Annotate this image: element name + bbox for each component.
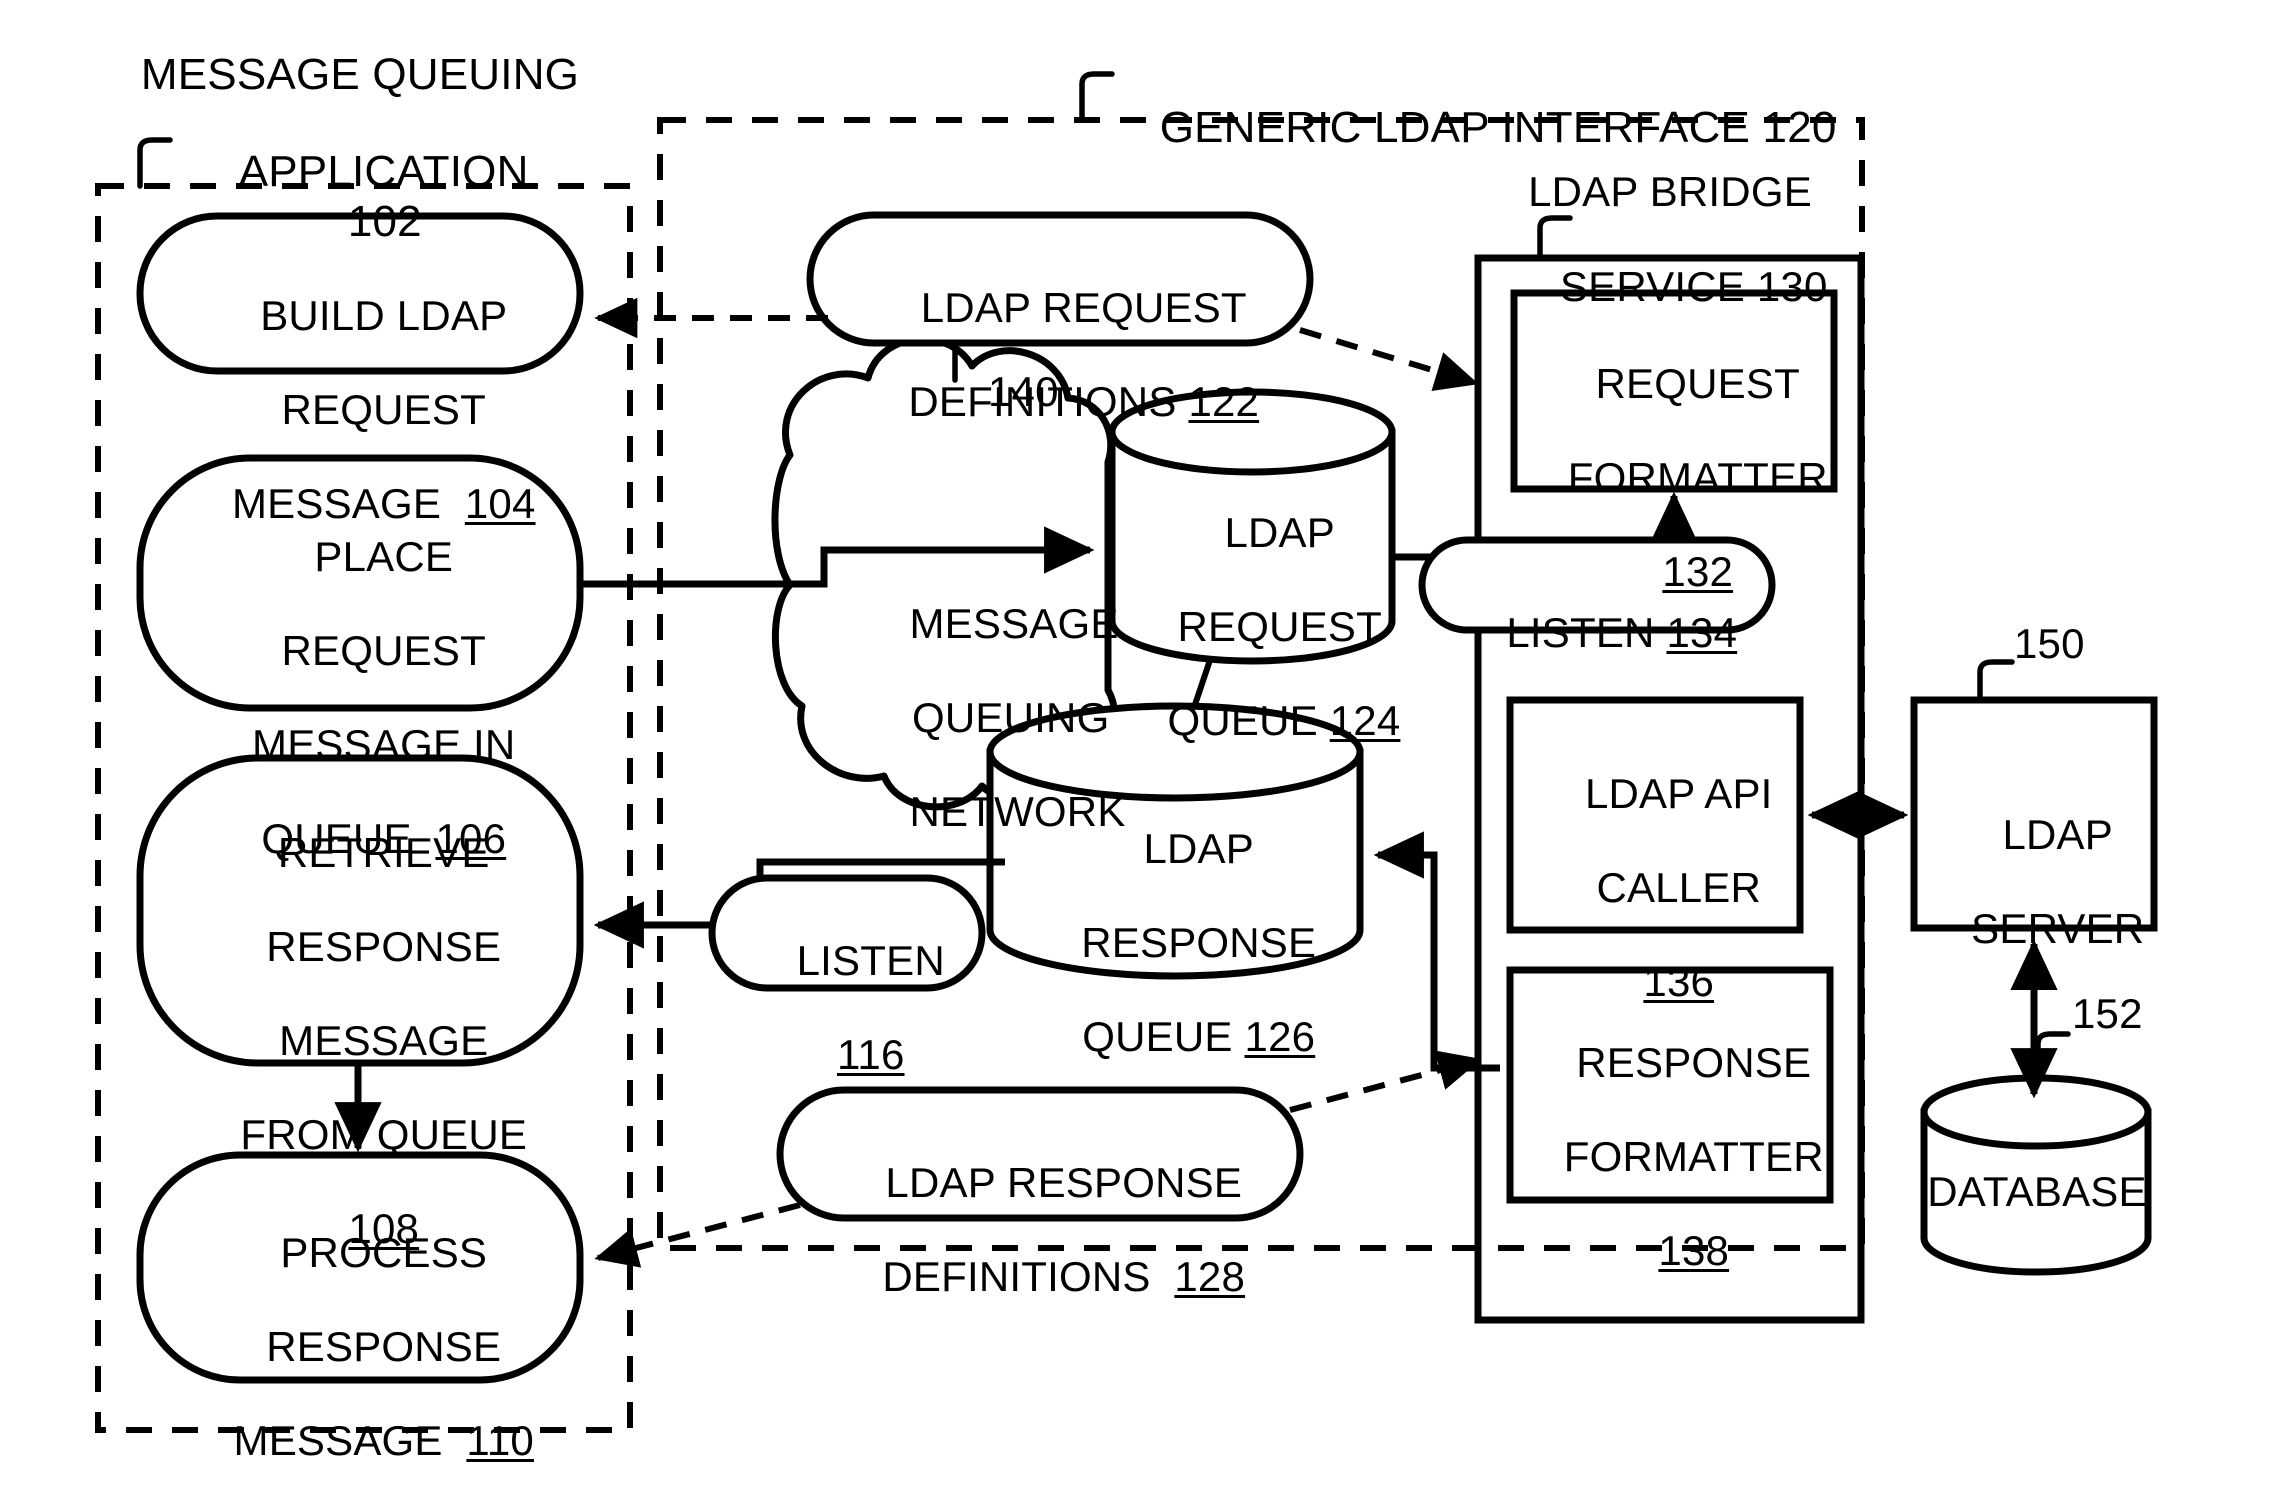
place-request-message-in-queue-shape [136, 454, 584, 712]
database-leader [2035, 1031, 2071, 1071]
build-ldap-request-message-shape [136, 212, 584, 375]
diagram-vector-layer [95, 71, 2158, 1433]
database-cylinder [1920, 1074, 2152, 1276]
ldap-request-definitions-shape [806, 211, 1314, 347]
listen-116-shape [708, 874, 986, 992]
listen-134-shape [1418, 536, 1776, 634]
response-formatter-box [1506, 966, 1834, 1204]
ldap-api-caller-box [1506, 696, 1804, 934]
patent-figure-canvas: MESSAGE QUEUING APPLICATION 102 BUILD LD… [0, 0, 2282, 1510]
retrieve-response-message-from-queue-shape [136, 754, 584, 1067]
process-response-message-shape [136, 1151, 584, 1384]
ldap-response-queue-cylinder [986, 702, 1364, 980]
ldap-server-box [1910, 696, 2158, 932]
dashed-request-definitions-to-request-formatter [1299, 327, 1479, 391]
ldap-response-definitions-shape [776, 1086, 1304, 1222]
arrow-response-formatter-to-response-queue [1373, 831, 1500, 1072]
ldap-server-leader [1977, 659, 2015, 703]
ldap-request-queue-cylinder [1108, 388, 1396, 665]
request-formatter-box [1510, 289, 1838, 493]
